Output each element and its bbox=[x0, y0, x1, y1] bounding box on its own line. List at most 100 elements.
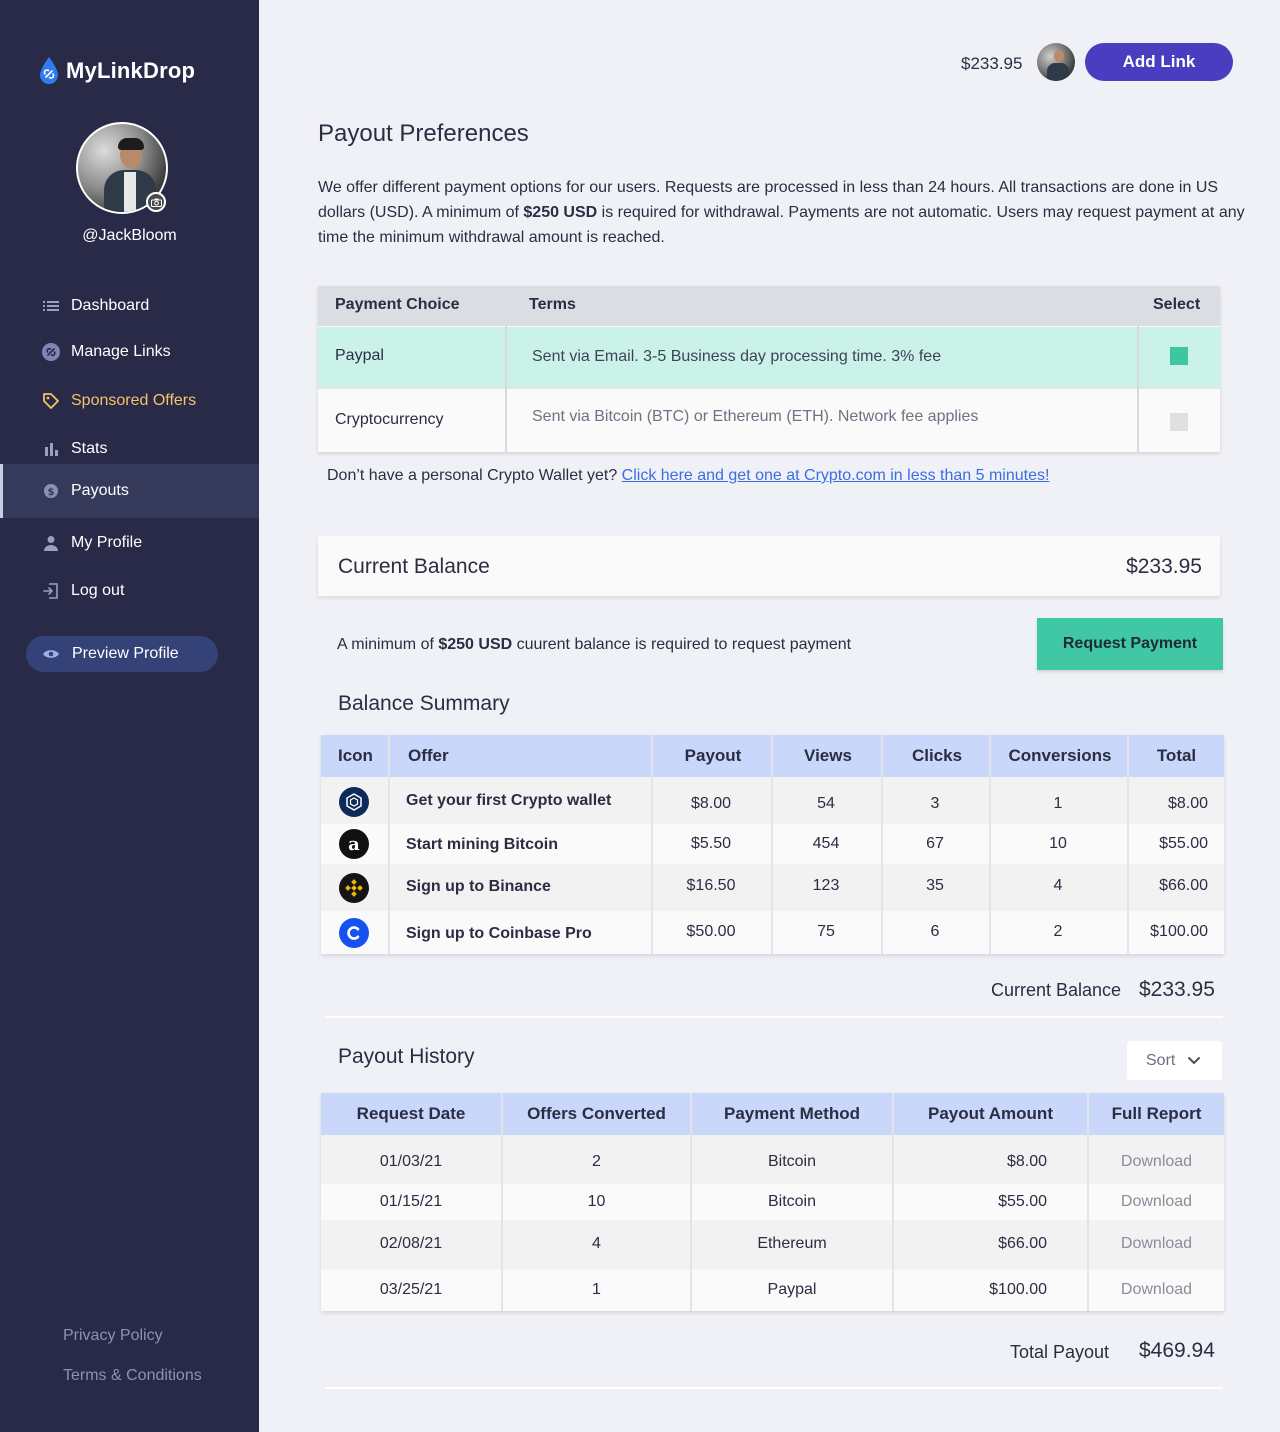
request-date: 03/25/21 bbox=[379, 1281, 443, 1298]
header-request-date: Request Date bbox=[356, 1104, 466, 1123]
crypto-com-icon bbox=[339, 787, 369, 817]
offer-payout: $5.50 bbox=[690, 835, 732, 852]
page-title: Payout Preferences bbox=[318, 120, 529, 147]
offer-clicks: 3 bbox=[930, 795, 940, 812]
logo[interactable]: MyLinkDrop bbox=[38, 56, 195, 86]
payment-terms: Sent via Email. 3-5 Business day process… bbox=[532, 348, 942, 365]
sidebar-item-log-out[interactable]: Log out bbox=[0, 567, 259, 615]
coinbase-icon bbox=[339, 918, 369, 948]
offer-clicks: 6 bbox=[930, 923, 940, 940]
offer-views: 454 bbox=[812, 835, 840, 852]
logout-icon bbox=[42, 582, 60, 600]
total-payout-value: $469.94 bbox=[1139, 1339, 1215, 1362]
payment-method: Bitcoin bbox=[767, 1153, 817, 1170]
offers-converted: 1 bbox=[592, 1281, 601, 1298]
offer-total: $55.00 bbox=[1159, 835, 1208, 852]
avatar-body bbox=[1047, 63, 1069, 81]
balance-summary-title: Balance Summary bbox=[338, 692, 510, 715]
sidebar-item-label: Dashboard bbox=[71, 297, 150, 314]
intro-bold: $250 USD bbox=[523, 204, 598, 221]
sidebar: MyLinkDrop @JackBloom Dashboard Manage L… bbox=[0, 0, 259, 1432]
amazon-icon: a bbox=[339, 829, 369, 859]
payment-row-crypto[interactable]: Cryptocurrency Sent via Bitcoin (BTC) or… bbox=[318, 389, 1220, 452]
sidebar-item-payouts[interactable]: $ Payouts bbox=[0, 464, 259, 518]
download-report-link[interactable]: Download bbox=[1089, 1153, 1224, 1171]
payout-history-table: Request Date Offers Converted Payment Me… bbox=[321, 1093, 1224, 1311]
summary-balance-label: Current Balance bbox=[991, 980, 1122, 1000]
offer-clicks: 67 bbox=[926, 835, 944, 852]
offer-name[interactable]: Start mining Bitcoin bbox=[406, 836, 558, 854]
summary-balance-value: $233.95 bbox=[1139, 978, 1215, 1001]
logo-text: MyLinkDrop bbox=[66, 58, 196, 83]
note-part-1: A minimum of bbox=[337, 636, 439, 653]
payout-amount: $100.00 bbox=[989, 1281, 1047, 1298]
bar-chart-icon bbox=[42, 440, 60, 458]
request-payment-button[interactable]: Request Payment bbox=[1037, 618, 1223, 670]
payment-row-paypal[interactable]: Paypal Sent via Email. 3-5 Business day … bbox=[318, 327, 1220, 387]
offer-conversions: 1 bbox=[1053, 795, 1063, 812]
main-content: $233.95 Add Link Payout Preferences We o… bbox=[259, 0, 1280, 1432]
offer-name[interactable]: Sign up to Binance bbox=[406, 878, 551, 896]
divider bbox=[325, 1016, 1223, 1018]
column-divider bbox=[1137, 326, 1139, 452]
payment-choice-table: Payment Choice Terms Select Paypal Sent … bbox=[318, 286, 1220, 452]
offer-name[interactable]: Sign up to Coinbase Pro bbox=[406, 925, 592, 943]
offers-converted: 2 bbox=[592, 1153, 601, 1170]
payout-amount: $8.00 bbox=[1006, 1153, 1047, 1170]
download-report-link[interactable]: Download bbox=[1089, 1281, 1224, 1299]
eye-icon bbox=[43, 650, 59, 658]
header-payment-method: Payment Method bbox=[723, 1104, 861, 1123]
header-avatar[interactable] bbox=[1037, 43, 1075, 81]
offer-payout: $50.00 bbox=[686, 923, 736, 940]
payment-choice: Cryptocurrency bbox=[335, 411, 444, 428]
minimum-balance-note: A minimum of $250 USD cuurent balance is… bbox=[337, 636, 851, 654]
link-icon bbox=[42, 343, 60, 361]
offer-total: $100.00 bbox=[1150, 923, 1208, 940]
intro-text: We offer different payment options for o… bbox=[318, 175, 1248, 250]
sidebar-item-manage-links[interactable]: Manage Links bbox=[0, 328, 259, 376]
terms-conditions-link[interactable]: Terms & Conditions bbox=[63, 1367, 202, 1385]
current-balance-card: Current Balance $233.95 bbox=[318, 536, 1220, 596]
crypto-com-link[interactable]: Click here and get one at Crypto.com in … bbox=[622, 467, 1050, 484]
divider bbox=[325, 1387, 1223, 1389]
offer-total: $8.00 bbox=[1167, 795, 1208, 812]
offer-conversions: 4 bbox=[1053, 877, 1063, 894]
download-report-link[interactable]: Download bbox=[1089, 1193, 1224, 1211]
sort-label: Sort bbox=[1146, 1051, 1176, 1069]
payout-amount: $55.00 bbox=[998, 1193, 1047, 1210]
camera-icon[interactable] bbox=[146, 192, 166, 212]
sidebar-item-sponsored-offers[interactable]: Sponsored Offers bbox=[0, 377, 259, 425]
add-link-button[interactable]: Add Link bbox=[1085, 43, 1233, 81]
sort-dropdown[interactable]: Sort bbox=[1127, 1041, 1222, 1080]
payment-method: Bitcoin bbox=[767, 1193, 817, 1210]
preview-profile-button[interactable]: Preview Profile bbox=[26, 636, 218, 672]
avatar-hair bbox=[118, 138, 144, 150]
sidebar-item-label: Stats bbox=[71, 440, 108, 457]
sidebar-item-label: Sponsored Offers bbox=[71, 392, 197, 409]
offers-converted: 4 bbox=[592, 1235, 601, 1252]
svg-text:$: $ bbox=[48, 487, 55, 498]
privacy-policy-link[interactable]: Privacy Policy bbox=[63, 1327, 163, 1345]
header-payout: Payout bbox=[684, 746, 742, 765]
header-payment-choice: Payment Choice bbox=[335, 296, 460, 313]
payment-table-header: Payment Choice Terms Select bbox=[318, 286, 1220, 326]
note-part-2: cuurent balance is required to request p… bbox=[512, 636, 852, 653]
payment-method: Ethereum bbox=[757, 1235, 827, 1252]
header-terms: Terms bbox=[529, 296, 576, 313]
current-balance-value: $233.95 bbox=[1126, 555, 1202, 578]
note-bold: $250 USD bbox=[438, 636, 513, 653]
binance-icon bbox=[339, 873, 369, 903]
profile-avatar[interactable] bbox=[76, 122, 168, 214]
crypto-wallet-prompt: Don’t have a personal Crypto Wallet yet?… bbox=[327, 467, 1049, 485]
sidebar-item-my-profile[interactable]: My Profile bbox=[0, 519, 259, 567]
offer-views: 75 bbox=[817, 923, 835, 940]
header-offers-converted: Offers Converted bbox=[527, 1104, 666, 1123]
select-checkbox-unchecked[interactable] bbox=[1170, 413, 1188, 431]
current-balance-label: Current Balance bbox=[338, 555, 490, 578]
offers-converted: 10 bbox=[587, 1193, 606, 1210]
sidebar-item-dashboard[interactable]: Dashboard bbox=[0, 282, 259, 330]
select-checkbox-checked[interactable] bbox=[1170, 347, 1188, 365]
download-report-link[interactable]: Download bbox=[1089, 1235, 1224, 1253]
dollar-icon: $ bbox=[42, 482, 60, 500]
offer-name[interactable]: Get your first Crypto wallet bbox=[406, 792, 611, 810]
